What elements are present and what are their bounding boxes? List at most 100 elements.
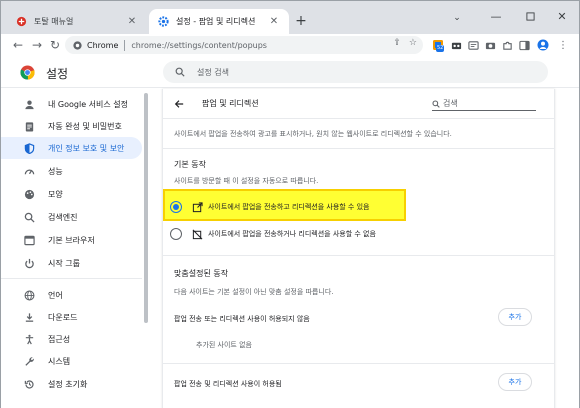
- chrome-chip-icon: [73, 40, 82, 50]
- extension-icon[interactable]: 52: [429, 36, 447, 54]
- divider: [163, 148, 554, 149]
- content-search-placeholder: 검색: [443, 99, 458, 108]
- divider: [163, 118, 554, 119]
- globe-icon: [23, 289, 35, 301]
- tab-title: 토탈 매뉴얼: [34, 17, 74, 26]
- settings-search-input[interactable]: 설정 검색: [163, 61, 548, 83]
- back-arrow-icon[interactable]: [172, 97, 186, 111]
- palette-icon: [23, 188, 35, 200]
- sidebar-item-label: 접근성: [48, 334, 71, 344]
- browser-window: 토탈 매뉴얼 ✕ 설정 - 팝업 및 리디렉션 ✕ + ⌄ — ✕ ← → ↻ …: [0, 0, 580, 408]
- back-nav-icon[interactable]: ←: [9, 36, 27, 54]
- radio-button-selected[interactable]: [170, 201, 182, 213]
- power-icon: [23, 257, 35, 269]
- radio-block-popups[interactable]: 사이트에서 팝업을 전송하거나 리디렉션을 사용할 수 없음: [170, 224, 376, 244]
- divider: [163, 363, 554, 364]
- sidebar-item-search-engine[interactable]: 검색엔진: [1, 206, 142, 228]
- sidebar-item-label: 다운로드: [48, 312, 78, 322]
- tab-settings[interactable]: 설정 - 팝업 및 리디렉션 ✕: [149, 9, 289, 34]
- sidebar-item-label: 자동 완성 및 비밀번호: [48, 121, 122, 131]
- custom-behavior-subtext: 다음 사이트는 기본 설정이 아닌 맞춤 설정을 따릅니다.: [174, 288, 334, 296]
- settings-header: 설정 설정 검색: [1, 56, 579, 88]
- sidebar-item-on-startup[interactable]: 시작 그룹: [1, 252, 142, 274]
- address-bar[interactable]: Chrome chrome://settings/content/popups …: [65, 36, 423, 54]
- sidebar-item-accessibility[interactable]: 접근성: [1, 328, 142, 350]
- sidebar-item-label: 기본 브라우저: [48, 235, 95, 245]
- menu-kebab-icon[interactable]: ⋮: [554, 36, 572, 54]
- reload-icon[interactable]: ↻: [46, 36, 64, 54]
- add-blocked-site-button[interactable]: 추가: [498, 308, 532, 326]
- toolbar: ← → ↻ Chrome chrome://settings/content/p…: [1, 34, 579, 56]
- page-description: 사이트에서 팝업을 전송하여 광고를 표시하거나, 원치 않는 웹사이트로 리디…: [174, 130, 452, 138]
- sidebar-item-system[interactable]: 시스템: [1, 350, 142, 372]
- extension-icon[interactable]: [464, 36, 482, 54]
- sidebar-item-label: 설정 초기화: [48, 379, 88, 389]
- default-behavior-subtext: 사이트를 방문할 때 이 설정을 자동으로 따릅니다.: [174, 177, 319, 185]
- add-allowed-site-button[interactable]: 추가: [498, 373, 532, 391]
- chrome-logo-icon: [20, 65, 35, 80]
- radio-button[interactable]: [170, 228, 182, 240]
- search-icon: [23, 211, 35, 223]
- sidebar-item-label: 모양: [48, 189, 63, 199]
- camera-icon[interactable]: [481, 36, 499, 54]
- omnibox-url[interactable]: chrome://settings/content/popups: [131, 41, 267, 50]
- wrench-icon: [23, 355, 35, 367]
- settings-title: 설정: [46, 67, 69, 81]
- sidebar-item-label: 시작 그룹: [48, 258, 80, 268]
- search-icon: [175, 67, 185, 77]
- divider: [163, 255, 554, 256]
- sidebar-item-label: 시스템: [48, 356, 71, 366]
- sidebar-item-reset[interactable]: 설정 초기화: [1, 373, 142, 395]
- radio-allow-popups[interactable]: 사이트에서 팝업을 전송하고 리디렉션을 사용할 수 있음: [170, 197, 369, 217]
- close-window-button[interactable]: ✕: [545, 1, 579, 31]
- sidebar-divider: [1, 278, 142, 279]
- content-search-input[interactable]: 검색: [432, 97, 536, 111]
- forward-nav-icon[interactable]: →: [28, 36, 46, 54]
- manual-favicon-icon: [15, 16, 27, 28]
- sidebar-scrollbar[interactable]: [144, 93, 148, 323]
- radio-label: 사이트에서 팝업을 전송하고 리디렉션을 사용할 수 있음: [208, 203, 370, 211]
- maximize-button[interactable]: [513, 1, 547, 31]
- not-allowed-label: 팝업 전송 또는 리디렉션 사용이 허용되지 않음: [174, 315, 310, 323]
- settings-sidebar: 내 Google 서비스 설정 자동 완성 및 비밀번호 개인 정보 보호 및 …: [1, 89, 151, 408]
- sidebar-item-default-browser[interactable]: 기본 브라우저: [1, 229, 142, 251]
- profile-avatar-icon[interactable]: [534, 36, 552, 54]
- tab-search-icon[interactable]: ⌄: [449, 10, 465, 26]
- settings-favicon-icon: [157, 16, 169, 28]
- sidebar-item-label: 언어: [48, 290, 63, 300]
- default-behavior-heading: 기본 동작: [174, 160, 206, 169]
- close-tab-icon[interactable]: ✕: [125, 15, 139, 29]
- tab-strip: 토탈 매뉴얼 ✕ 설정 - 팝업 및 리디렉션 ✕ + ⌄ — ✕: [1, 1, 579, 34]
- bookmark-star-icon[interactable]: ☆: [409, 38, 417, 48]
- new-tab-button[interactable]: +: [292, 12, 310, 30]
- share-icon[interactable]: ⇪: [393, 38, 401, 48]
- history-icon: [23, 378, 35, 390]
- sidebar-item-google-services[interactable]: 내 Google 서비스 설정: [1, 93, 142, 115]
- page-title: 팝업 및 리디렉션: [202, 99, 259, 108]
- person-icon: [23, 98, 35, 110]
- download-icon: [23, 311, 35, 323]
- shield-icon: [23, 142, 35, 154]
- search-icon: [432, 99, 440, 108]
- close-tab-icon[interactable]: ✕: [267, 15, 281, 29]
- extensions-puzzle-icon[interactable]: [498, 36, 516, 54]
- sidebar-item-privacy[interactable]: 개인 정보 보호 및 보안: [1, 137, 142, 159]
- allowed-label: 팝업 전송 및 리디렉션 사용이 허용됨: [174, 380, 282, 388]
- omnibox-separator: [124, 39, 126, 51]
- side-panel-icon[interactable]: [515, 36, 533, 54]
- clipboard-icon: [23, 120, 35, 132]
- speed-icon: [23, 165, 35, 177]
- sidebar-item-label: 검색엔진: [48, 212, 78, 222]
- sidebar-item-performance[interactable]: 성능: [1, 160, 142, 182]
- sidebar-item-appearance[interactable]: 모양: [1, 183, 142, 205]
- sidebar-item-downloads[interactable]: 다운로드: [1, 306, 142, 328]
- extension-icon[interactable]: [447, 36, 465, 54]
- tab-manual[interactable]: 토탈 매뉴얼 ✕: [7, 9, 147, 34]
- minimize-button[interactable]: —: [479, 1, 513, 31]
- sidebar-item-label: 성능: [48, 166, 63, 176]
- sidebar-item-languages[interactable]: 언어: [1, 284, 142, 306]
- radio-label: 사이트에서 팝업을 전송하거나 리디렉션을 사용할 수 없음: [208, 230, 376, 238]
- search-placeholder: 설정 검색: [197, 67, 229, 77]
- empty-list-label: 추가된 사이트 없음: [196, 341, 252, 349]
- sidebar-item-autofill[interactable]: 자동 완성 및 비밀번호: [1, 115, 142, 137]
